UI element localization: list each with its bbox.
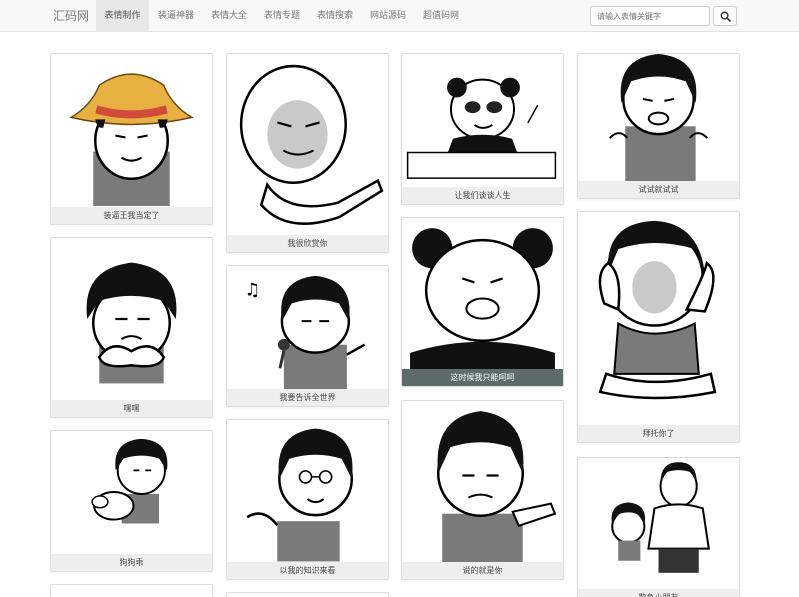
meme-caption: 我要告诉全世界 [227,389,388,406]
search-icon [720,11,731,22]
meme-card[interactable]: 说的就是你 [401,400,564,580]
meme-caption: 欺负小朋友 [578,589,739,597]
meme-card[interactable]: 以我的知识来看 [226,419,389,580]
svg-text:♫: ♫ [245,281,261,301]
search-button[interactable] [713,6,737,26]
meme-image [402,401,563,562]
meme-card[interactable]: 我很欣赏你 [226,53,389,253]
nav-item-meme-maker[interactable]: 表情制作 [96,0,149,32]
meme-card[interactable]: 狗狗乖 [50,430,213,572]
nav-item-bragging-tool[interactable]: 装逼神器 [151,0,201,32]
meme-caption: 说的就是你 [402,562,563,579]
nav-item-site-source[interactable]: 网站源码 [363,0,413,32]
meme-caption: 装逼王我当定了 [51,207,212,224]
meme-image [51,431,212,554]
meme-image [578,212,739,425]
meme-caption: 以我的知识来看 [227,562,388,579]
meme-caption: 让我们谈谈人生 [402,187,563,204]
nav-item-meme-topics[interactable]: 表情专题 [257,0,307,32]
meme-card[interactable]: ♫ 我要告诉全世界 [226,265,389,407]
meme-image [227,593,388,597]
meme-card[interactable]: 试试就试试 [577,53,740,199]
meme-image: ♫ [227,266,388,389]
meme-caption: 狗狗乖 [51,554,212,571]
meme-card[interactable]: 这时候我只能呵呵 [401,217,564,387]
meme-caption: 试试就试试 [578,181,739,198]
meme-card[interactable] [50,584,213,597]
meme-card[interactable]: 嘿嘿 [50,237,213,418]
top-navbar: 汇码网 表情制作 装逼神器 表情大全 表情专题 表情搜索 网站源码 超值码网 [0,0,799,32]
nav-item-value-code[interactable]: 超值码网 [416,0,466,32]
meme-image [578,54,739,181]
meme-image [51,54,212,207]
meme-caption: 我很欣赏你 [227,235,388,252]
meme-caption: 拜托你了 [578,425,739,442]
meme-card[interactable]: 装逼王我当定了 [50,53,213,225]
nav-item-meme-collection[interactable]: 表情大全 [204,0,254,32]
meme-image [51,238,212,400]
meme-card[interactable] [226,592,389,597]
site-logo[interactable]: 汇码网 [53,0,89,32]
meme-image [402,54,563,187]
meme-image [402,218,563,369]
meme-caption: 嘿嘿 [51,400,212,417]
meme-image [51,585,212,597]
meme-image [227,420,388,562]
search-input[interactable] [590,6,710,26]
meme-image [578,458,739,589]
meme-caption-highlighted: 这时候我只能呵呵 [402,369,563,386]
nav-item-meme-search[interactable]: 表情搜索 [310,0,360,32]
meme-card[interactable]: 拜托你了 [577,211,740,443]
meme-card[interactable]: 欺负小朋友 [577,457,740,597]
meme-image [227,54,388,235]
meme-card[interactable]: 让我们谈谈人生 [401,53,564,205]
